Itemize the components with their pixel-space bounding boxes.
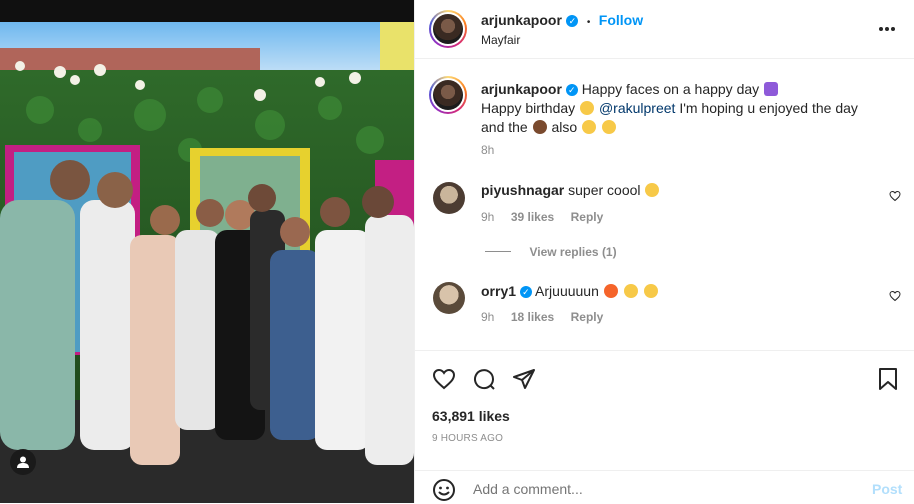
caption-line-1: Happy faces on a happy day	[581, 81, 760, 97]
raised-hands-icon	[645, 183, 660, 197]
tongue-face-icon	[601, 120, 616, 134]
group-photo-illustration	[0, 0, 414, 503]
post-details-panel: arjunkapoor ✓ • Follow Mayfair arjunkapo…	[414, 0, 914, 503]
caption-line-2-suffix: I'm hoping u enjoyed the day	[679, 100, 858, 116]
caption-line-2-prefix: Happy birthday	[481, 100, 576, 116]
reply-button[interactable]: Reply	[571, 310, 604, 324]
user-icon	[17, 456, 29, 468]
smiley-icon	[582, 120, 597, 134]
raised-hands-icon	[623, 284, 638, 298]
comment-bubble-icon[interactable]	[472, 367, 496, 391]
post-timestamp[interactable]: 9 HOURS AGO	[432, 433, 503, 444]
add-comment-bar: Post	[415, 470, 914, 504]
commenter-avatar[interactable]	[433, 282, 465, 314]
cake-icon	[532, 120, 547, 134]
more-horizontal-icon[interactable]	[878, 26, 896, 32]
post-comment-button[interactable]: Post	[872, 481, 902, 497]
purple-heart-icon	[764, 82, 779, 96]
post-header: arjunkapoor ✓ • Follow Mayfair	[415, 0, 914, 59]
commenter-username[interactable]: piyushnagar	[481, 182, 564, 198]
caption-text: arjunkapoor ✓ Happy faces on a happy day…	[481, 80, 891, 137]
caption-author-avatar[interactable]	[429, 76, 467, 114]
likes-count[interactable]: 63,891 likes	[432, 408, 510, 424]
author-avatar[interactable]	[429, 10, 467, 48]
verified-badge-icon: ✓	[566, 14, 579, 27]
location-link[interactable]: Mayfair	[481, 33, 520, 47]
post-photo[interactable]	[0, 0, 414, 503]
caption-time: 8h	[481, 143, 495, 157]
share-paper-plane-icon[interactable]	[512, 367, 536, 391]
comment-text: super coool	[568, 182, 641, 198]
caption-line-3-prefix: and the	[481, 119, 528, 135]
partying-face-icon	[580, 101, 595, 115]
comment-likes[interactable]: 39 likes	[511, 210, 554, 224]
comment-time: 9h	[481, 210, 495, 224]
author-username[interactable]: arjunkapoor	[481, 12, 562, 28]
verified-badge-icon: ✓	[565, 84, 578, 97]
comment-time: 9h	[481, 310, 495, 324]
heart-icon[interactable]	[889, 290, 901, 302]
caption-username[interactable]: arjunkapoor	[481, 81, 562, 97]
verified-badge-icon: ✓	[519, 286, 532, 299]
save-bookmark-icon[interactable]	[877, 367, 899, 391]
commenter-avatar[interactable]	[433, 182, 465, 214]
separator-dot: •	[586, 17, 591, 28]
reply-button[interactable]: Reply	[571, 210, 604, 224]
follow-button[interactable]: Follow	[599, 12, 643, 28]
tagged-users-button[interactable]	[10, 449, 36, 475]
like-heart-icon[interactable]	[432, 367, 456, 391]
view-replies-button[interactable]: View replies (1)	[529, 245, 616, 259]
commenter-username[interactable]: orry1	[481, 283, 516, 299]
add-comment-input[interactable]	[471, 478, 855, 500]
comment-likes[interactable]: 18 likes	[511, 310, 554, 324]
caption-line-3-suffix: also	[551, 119, 578, 135]
heart-icon[interactable]	[889, 190, 901, 202]
view-replies-divider	[485, 251, 511, 253]
heart-eyes-icon	[643, 284, 658, 298]
mention-link[interactable]: @rakulpreet	[599, 100, 675, 116]
comment-text: Arjuuuuun	[535, 283, 599, 299]
fire-icon	[603, 284, 618, 298]
emoji-picker-icon[interactable]	[432, 478, 456, 502]
